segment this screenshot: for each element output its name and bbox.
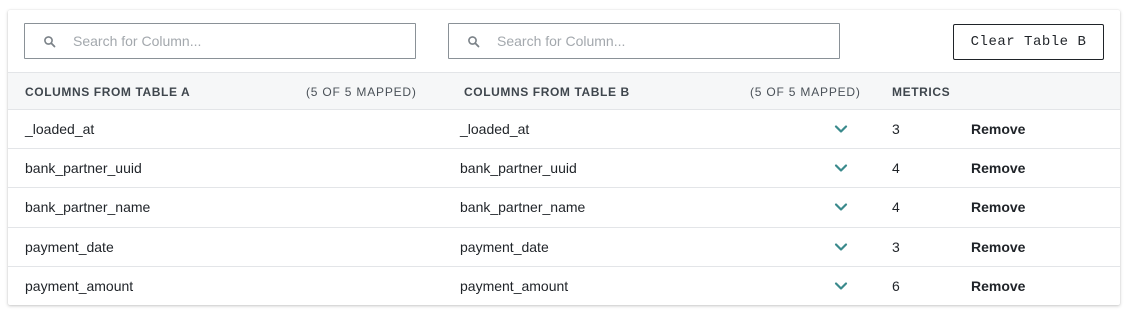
- header-mapped-count-b: (5 OF 5 MAPPED): [750, 85, 861, 99]
- search-input-table-b[interactable]: [497, 24, 827, 58]
- table-row: payment_amount payment_amount 6 Remove: [8, 267, 1120, 305]
- mapping-rows: _loaded_at _loaded_at 3 Remove bank_part…: [8, 110, 1120, 305]
- metrics-count: 4: [892, 160, 900, 177]
- remove-button[interactable]: Remove: [971, 199, 1025, 215]
- search-icon: [468, 36, 480, 48]
- metrics-count: 4: [892, 199, 900, 216]
- table-row: bank_partner_uuid bank_partner_uuid 4 Re…: [8, 149, 1120, 189]
- toolbar: Clear Table B: [8, 10, 1120, 72]
- remove-button[interactable]: Remove: [971, 160, 1025, 176]
- table-a-column: _loaded_at: [25, 121, 95, 137]
- remove-button[interactable]: Remove: [971, 239, 1025, 255]
- clear-table-b-button[interactable]: Clear Table B: [953, 24, 1104, 60]
- header-metrics: METRICS: [892, 85, 951, 99]
- remove-button[interactable]: Remove: [971, 121, 1025, 137]
- table-a-column: bank_partner_uuid: [25, 160, 142, 177]
- chevron-down-icon[interactable]: [834, 124, 848, 134]
- table-row: bank_partner_name bank_partner_name 4 Re…: [8, 188, 1120, 228]
- chevron-down-icon[interactable]: [834, 242, 848, 252]
- table-a-column: bank_partner_name: [25, 199, 151, 216]
- header-mapped-count-a: (5 OF 5 MAPPED): [306, 85, 417, 99]
- metrics-count: 3: [892, 238, 900, 255]
- header-columns-table-a: COLUMNS FROM TABLE A: [25, 85, 191, 99]
- table-row: _loaded_at _loaded_at 3 Remove: [8, 110, 1120, 150]
- table-b-column: bank_partner_uuid: [460, 160, 577, 177]
- metrics-count: 6: [892, 277, 900, 294]
- remove-button[interactable]: Remove: [971, 278, 1025, 294]
- chevron-down-icon[interactable]: [834, 281, 848, 291]
- table-b-column: bank_partner_name: [460, 199, 586, 216]
- table-b-column: payment_date: [460, 238, 549, 255]
- table-a-column: payment_amount: [25, 277, 134, 294]
- table-header: COLUMNS FROM TABLE A (5 OF 5 MAPPED) COL…: [8, 72, 1120, 110]
- search-icon: [44, 36, 56, 48]
- search-box-table-b[interactable]: [448, 23, 840, 59]
- table-b-column: payment_amount: [460, 277, 569, 294]
- table-row: payment_date payment_date 3 Remove: [8, 228, 1120, 267]
- metrics-count: 3: [892, 121, 900, 137]
- chevron-down-icon[interactable]: [834, 163, 848, 173]
- table-a-column: payment_date: [25, 238, 114, 255]
- search-box-table-a[interactable]: [24, 23, 416, 59]
- column-mapping-card: Clear Table B COLUMNS FROM TABLE A (5 OF…: [8, 10, 1120, 305]
- header-columns-table-b: COLUMNS FROM TABLE B: [464, 85, 630, 99]
- table-b-column: _loaded_at: [460, 121, 530, 137]
- chevron-down-icon[interactable]: [834, 202, 848, 212]
- search-input-table-a[interactable]: [73, 24, 403, 58]
